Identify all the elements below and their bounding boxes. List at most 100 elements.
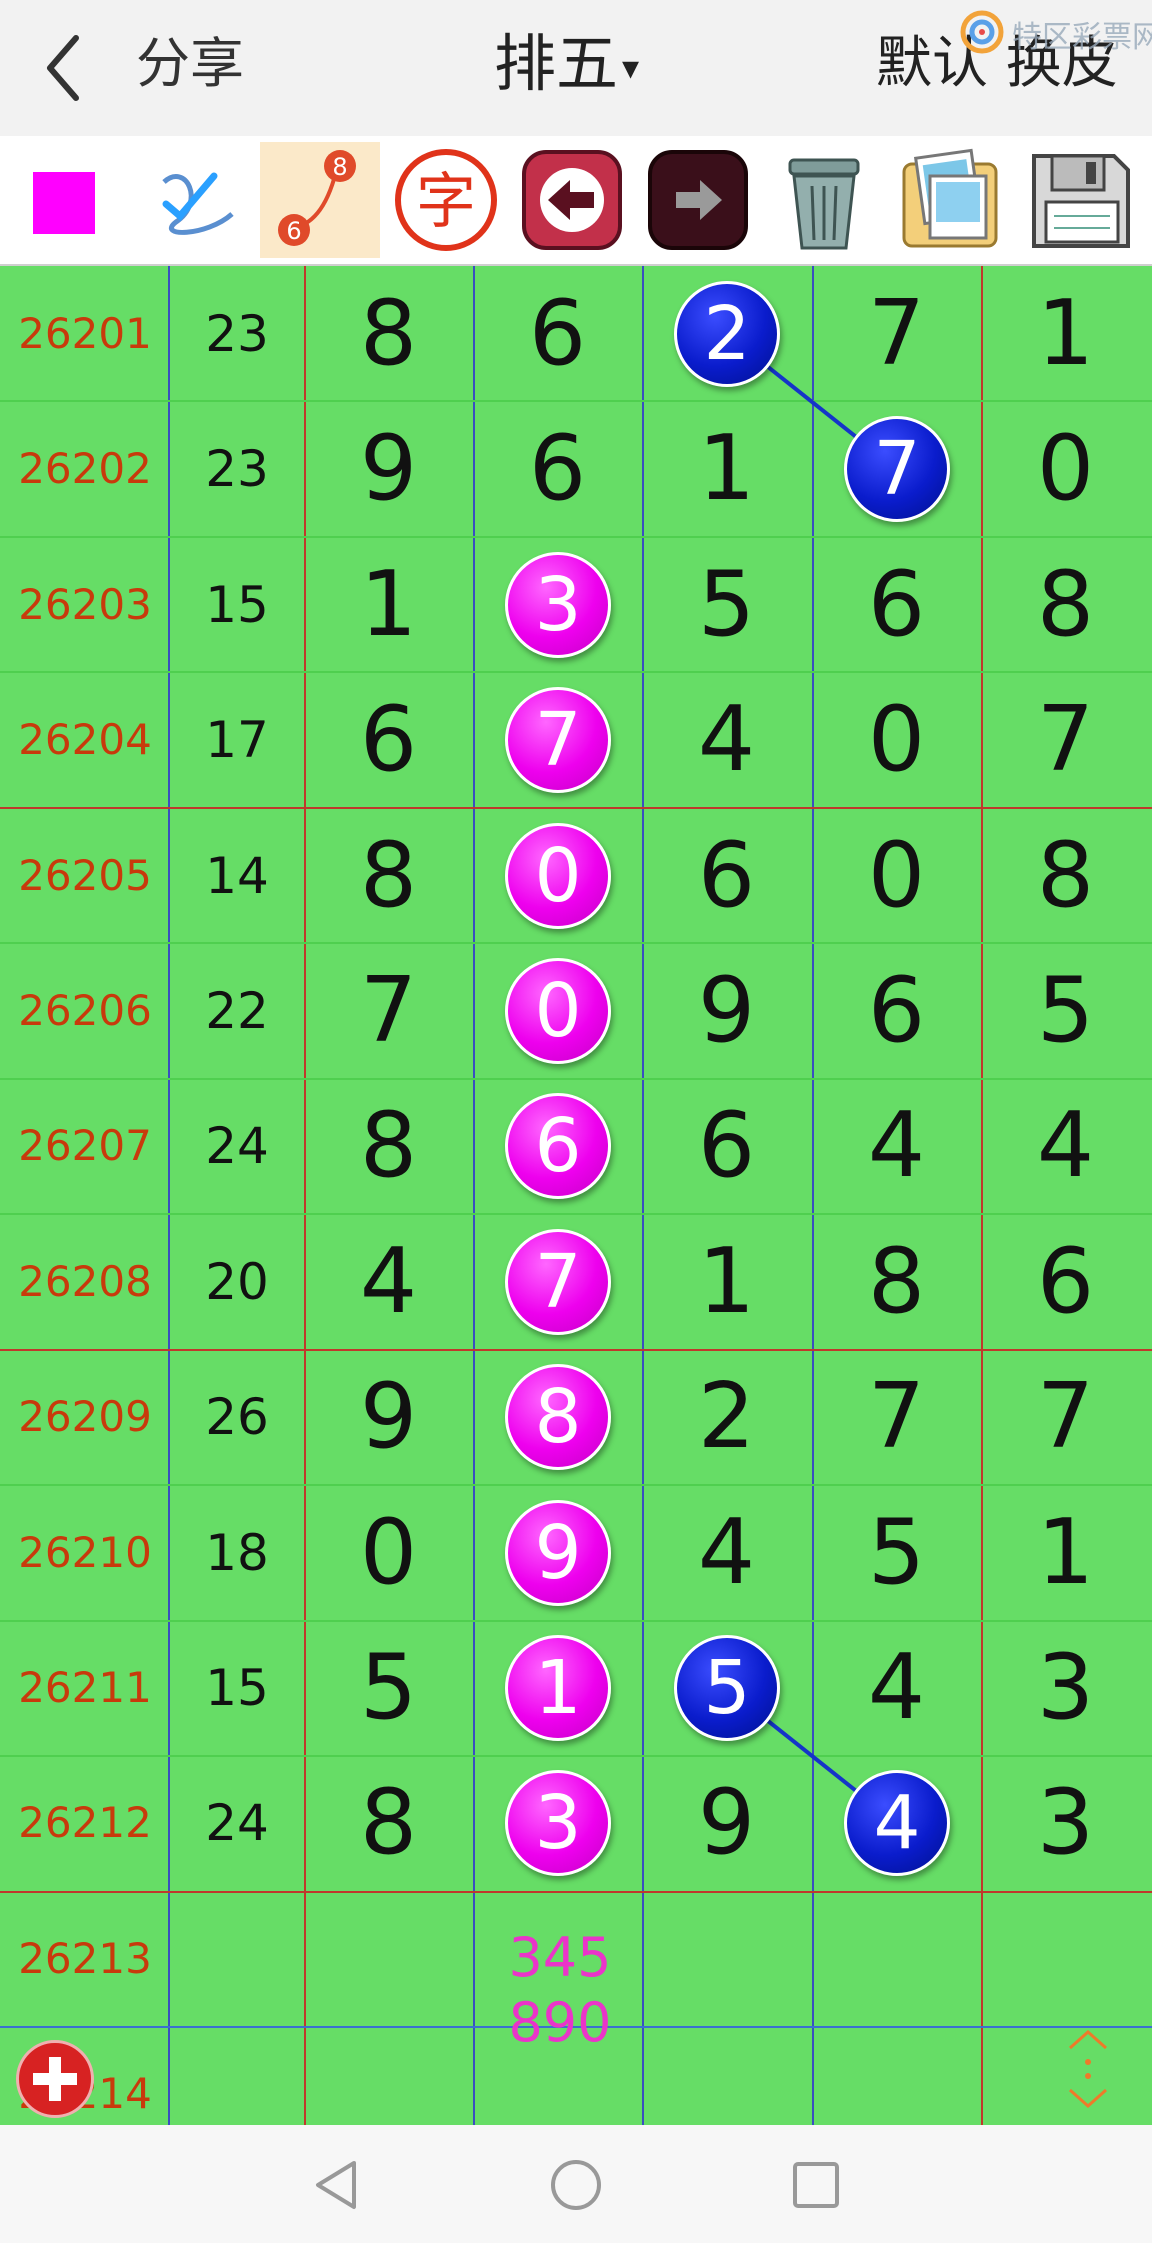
digit-cell[interactable]: 9: [642, 943, 811, 1079]
photo-album-icon: [902, 148, 998, 248]
digit-cell[interactable]: 3: [981, 1620, 1150, 1756]
digit-cell[interactable]: 1: [981, 1485, 1150, 1621]
digit-cell[interactable]: 3: [981, 1755, 1150, 1891]
curve-draw-tool[interactable]: [136, 142, 256, 258]
digit-cell[interactable]: 5: [642, 537, 811, 673]
digit-cell[interactable]: 7: [812, 266, 981, 402]
digit-cell[interactable]: 5: [304, 1620, 473, 1756]
trend-chart-grid[interactable]: 26201 23 8 6 2 7 1 26202 23 9 6 1 7 0 26203 15 1 3 5 6 8 2620…: [0, 266, 1152, 2125]
digit-cell[interactable]: 1: [642, 1214, 811, 1350]
digit-cell[interactable]: 5: [981, 943, 1150, 1079]
undo-arrow-icon: [522, 150, 622, 250]
digit-cell[interactable]: 0: [812, 672, 981, 808]
highlighted-digit[interactable]: 2: [674, 281, 780, 387]
digit-cell[interactable]: 9: [304, 401, 473, 537]
svg-text:字: 字: [416, 167, 476, 237]
digit-cell[interactable]: 8: [981, 808, 1150, 944]
digit-cell[interactable]: 8: [304, 1755, 473, 1891]
digit-cell[interactable]: 8: [304, 1078, 473, 1214]
period-cell: 26204: [18, 715, 152, 764]
digit-cell[interactable]: 6: [304, 672, 473, 808]
digit-cell[interactable]: 8: [304, 266, 473, 402]
digit-cell[interactable]: 7: [981, 672, 1150, 808]
color-picker-tool[interactable]: [6, 142, 126, 258]
back-arrow-icon[interactable]: [40, 28, 90, 108]
highlighted-digit[interactable]: 3: [505, 552, 611, 658]
highlighted-digit[interactable]: 7: [505, 1229, 611, 1335]
album-button[interactable]: [890, 142, 1010, 258]
highlighted-digit[interactable]: 9: [505, 1500, 611, 1606]
period-cell: 26205: [18, 851, 152, 900]
digit-cell[interactable]: 7: [981, 1349, 1150, 1485]
sum-cell: 23: [205, 305, 269, 363]
sum-cell: 14: [205, 847, 269, 905]
add-row-button[interactable]: [16, 2040, 94, 2118]
highlighted-digit[interactable]: 0: [505, 958, 611, 1064]
save-button[interactable]: [1020, 142, 1140, 258]
digit-cell[interactable]: 4: [642, 1485, 811, 1621]
prediction-line-2: 890: [508, 1991, 612, 2054]
undo-button[interactable]: [512, 142, 632, 258]
digit-cell[interactable]: 8: [304, 808, 473, 944]
link-numbers-tool[interactable]: 8 6: [260, 142, 380, 258]
sum-cell: 15: [205, 1659, 269, 1717]
redo-arrow-icon: [648, 150, 748, 250]
highlighted-digit[interactable]: 1: [505, 1635, 611, 1741]
digit-cell[interactable]: 4: [642, 672, 811, 808]
system-navigation-bar: [0, 2125, 1152, 2243]
digit-cell[interactable]: 4: [812, 1078, 981, 1214]
digit-cell[interactable]: 4: [304, 1214, 473, 1350]
digit-cell[interactable]: 7: [304, 943, 473, 1079]
highlighted-digit[interactable]: 3: [505, 1770, 611, 1876]
highlighted-digit[interactable]: 7: [844, 416, 950, 522]
brand-text: 特区彩票网: [1012, 20, 1152, 55]
digit-cell[interactable]: 6: [642, 808, 811, 944]
digit-cell[interactable]: 1: [981, 266, 1150, 402]
digit-cell[interactable]: 4: [981, 1078, 1150, 1214]
highlighted-digit[interactable]: 4: [844, 1770, 950, 1876]
digit-cell[interactable]: 6: [812, 537, 981, 673]
scroll-toggle-icon[interactable]: [1062, 2026, 1114, 2112]
digit-cell[interactable]: 8: [812, 1214, 981, 1350]
highlighted-digit[interactable]: 0: [505, 823, 611, 929]
recents-square-icon[interactable]: [788, 2157, 844, 2213]
share-button[interactable]: 分享: [136, 32, 244, 96]
digit-cell[interactable]: 0: [981, 401, 1150, 537]
digit-cell[interactable]: 4: [812, 1620, 981, 1756]
sum-cell: 24: [205, 1117, 269, 1175]
dropdown-caret-icon: ▾: [622, 47, 640, 88]
digit-cell[interactable]: 6: [473, 266, 642, 402]
digit-cell[interactable]: 6: [473, 401, 642, 537]
digit-cell[interactable]: 5: [812, 1485, 981, 1621]
digit-cell[interactable]: 8: [981, 537, 1150, 673]
digit-cell[interactable]: 6: [642, 1078, 811, 1214]
highlighted-digit[interactable]: 7: [505, 687, 611, 793]
highlighted-digit[interactable]: 6: [505, 1093, 611, 1199]
period-cell: 26203: [18, 580, 152, 629]
lottery-type-selector[interactable]: 排五 ▾: [494, 28, 639, 104]
app-header: 分享 排五 ▾ 默认 换皮 特区彩票网: [0, 0, 1152, 136]
period-cell: 26202: [18, 444, 152, 493]
redo-button[interactable]: [638, 142, 758, 258]
home-circle-icon[interactable]: [548, 2157, 604, 2213]
digit-cell[interactable]: 9: [304, 1349, 473, 1485]
period-cell: 26207: [18, 1121, 152, 1170]
highlighted-digit[interactable]: 8: [505, 1364, 611, 1470]
digit-cell[interactable]: 1: [642, 401, 811, 537]
digit-cell[interactable]: 0: [304, 1485, 473, 1621]
period-cell: 26212: [18, 1798, 152, 1847]
digit-cell[interactable]: 2: [642, 1349, 811, 1485]
character-tool[interactable]: 字: [386, 142, 506, 258]
digit-cell[interactable]: 6: [981, 1214, 1150, 1350]
digit-cell[interactable]: 0: [812, 808, 981, 944]
digit-cell[interactable]: 7: [812, 1349, 981, 1485]
digit-cell[interactable]: 1: [304, 537, 473, 673]
digit-cell[interactable]: 9: [642, 1755, 811, 1891]
digit-cell[interactable]: 6: [812, 943, 981, 1079]
highlighted-digit[interactable]: 5: [674, 1635, 780, 1741]
character-icon: 字: [395, 149, 497, 251]
color-square-icon: [33, 172, 95, 234]
back-triangle-icon[interactable]: [308, 2157, 364, 2213]
clear-button[interactable]: [764, 142, 884, 258]
period-cell: 26208: [18, 1257, 152, 1306]
